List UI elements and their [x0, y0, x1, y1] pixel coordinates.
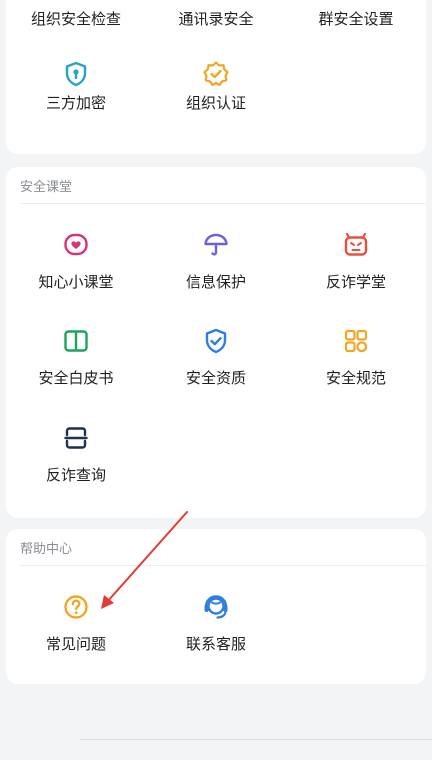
shield-lock-icon: [62, 60, 90, 88]
headset-agent-icon: [202, 593, 230, 621]
org-certification-label: 组织认证: [185, 94, 246, 112]
contacts-security-label: 通讯录安全: [178, 10, 254, 28]
info-protection-label: 信息保护: [185, 273, 246, 291]
security-qualification-label: 安全资质: [185, 369, 246, 387]
umbrella-icon: [202, 231, 230, 259]
anti-fraud-school-label: 反诈学堂: [325, 273, 386, 291]
help-center-card: 帮助中心 常见问题 联系客服: [6, 529, 426, 684]
security-classroom-card: 安全课堂 知心小课堂 信息保护 反诈学堂 安全白皮书 安全资质 安全规范 反诈查…: [6, 167, 426, 518]
open-book-icon: [62, 327, 90, 355]
contact-support-label: 联系客服: [185, 635, 246, 653]
heart-chat-icon: [62, 231, 90, 259]
grid-apps-icon: [342, 327, 370, 355]
section-divider: [20, 203, 426, 204]
security-tools-card: 组织安全检查 通讯录安全 群安全设置 三方加密 组织认证: [6, 0, 426, 154]
heart-class-label: 知心小课堂: [38, 273, 114, 291]
section-title-security-classroom: 安全课堂: [20, 180, 73, 195]
question-circle-icon: [62, 593, 90, 621]
security-standards-label: 安全规范: [325, 369, 386, 387]
third-party-encryption-label: 三方加密: [45, 94, 106, 112]
section-divider: [20, 565, 426, 566]
group-security-settings-label: 群安全设置: [318, 10, 394, 28]
shield-check-icon: [202, 327, 230, 355]
org-security-check-label: 组织安全检查: [30, 10, 121, 28]
anti-fraud-query-label: 反诈查询: [45, 466, 106, 484]
scan-icon: [62, 424, 90, 452]
alert-face-icon: [342, 231, 370, 259]
faq-label: 常见问题: [45, 635, 106, 653]
section-title-help-center: 帮助中心: [20, 542, 73, 557]
verified-badge-icon: [202, 60, 230, 88]
security-whitepaper-label: 安全白皮书: [38, 369, 114, 387]
bottom-divider: [80, 739, 432, 740]
